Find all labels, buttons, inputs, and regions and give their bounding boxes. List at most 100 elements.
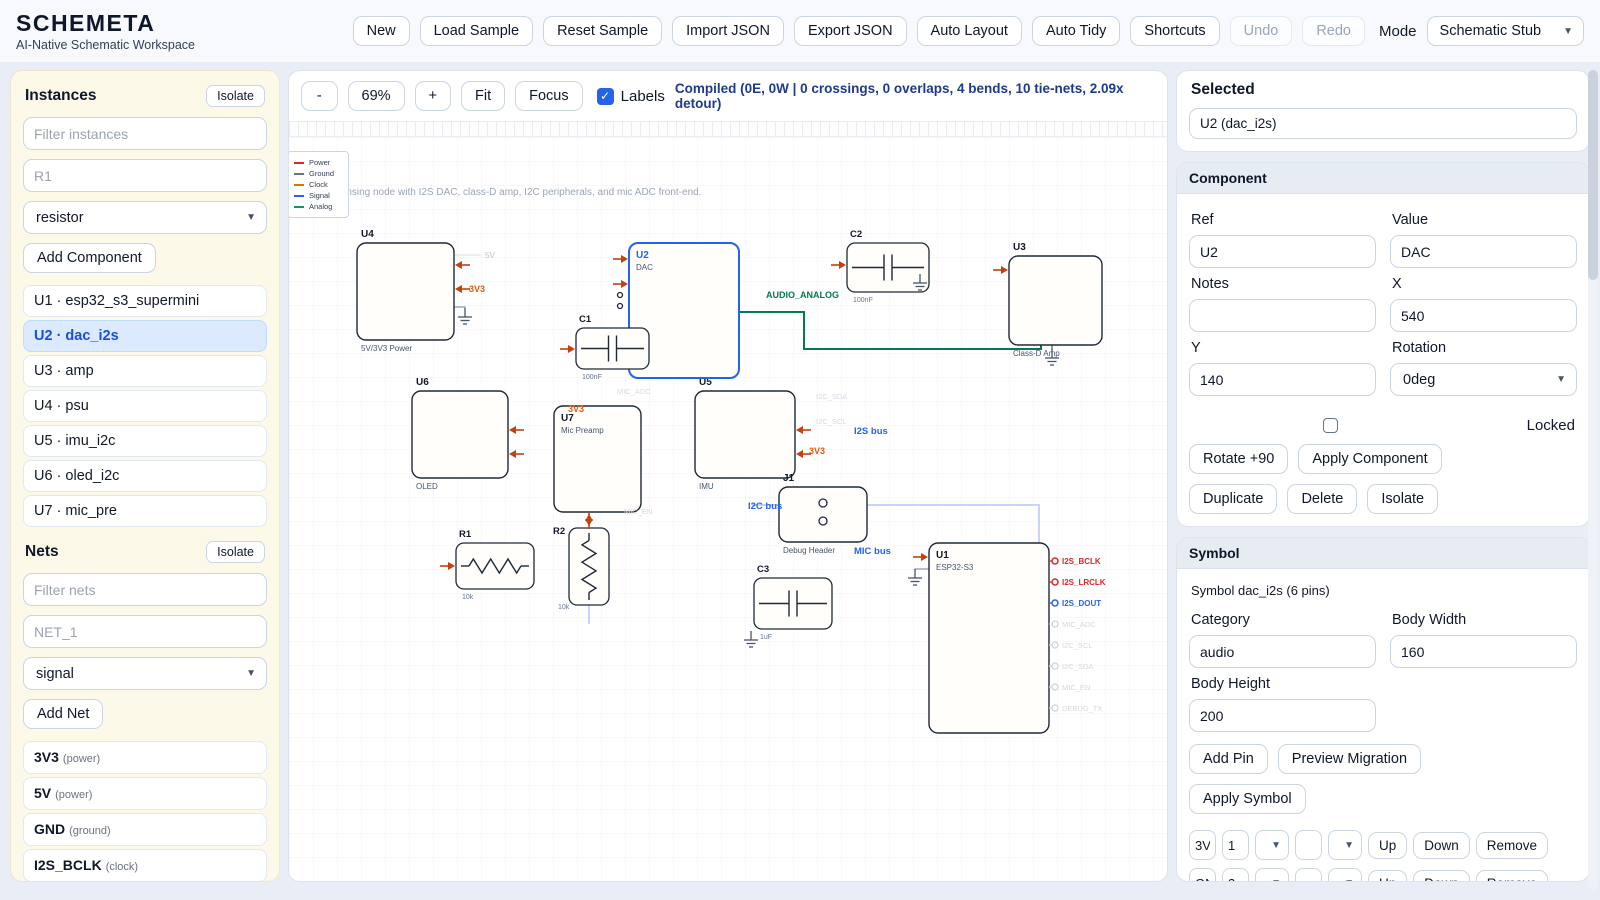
pin-number-input[interactable] (1222, 830, 1249, 860)
pin-offset-input[interactable] (1295, 830, 1322, 860)
pin-offset-input[interactable] (1295, 868, 1322, 882)
delete-button[interactable]: Delete (1287, 484, 1357, 514)
new-component-ref-input[interactable] (23, 159, 267, 192)
component-type-select[interactable]: resistor ▼ (23, 201, 267, 234)
duplicate-button[interactable]: Duplicate (1189, 484, 1277, 514)
focus-button[interactable]: Focus (515, 81, 583, 111)
pin-side-select[interactable]: ▼ (1255, 868, 1289, 882)
header-button-undo[interactable]: Undo (1230, 16, 1293, 46)
isolate-instances-button[interactable]: Isolate (206, 85, 265, 107)
pin-name-input[interactable] (1189, 868, 1216, 882)
x-input[interactable] (1390, 299, 1577, 332)
locked-checkbox[interactable] (1323, 418, 1338, 433)
instance-item[interactable]: U6 · oled_i2c (23, 460, 267, 492)
port-circle[interactable] (1052, 621, 1058, 627)
new-net-name-input[interactable] (23, 615, 267, 648)
value-input[interactable] (1390, 235, 1577, 268)
filter-instances-input[interactable] (23, 117, 267, 150)
header-button-import-json[interactable]: Import JSON (672, 16, 784, 46)
junction-circle[interactable] (819, 517, 827, 525)
zoom-out-button[interactable]: - (301, 81, 338, 111)
port-circle[interactable] (1052, 579, 1058, 585)
net-item[interactable]: 5V(power) (23, 777, 267, 810)
component-U4[interactable] (357, 243, 454, 340)
zoom-in-button[interactable]: + (415, 81, 452, 111)
port-circle[interactable] (1052, 600, 1058, 606)
header-button-export-json[interactable]: Export JSON (794, 16, 907, 46)
port-circle[interactable] (1052, 684, 1058, 690)
junction-circle[interactable] (618, 293, 623, 298)
net-item[interactable]: 3V3(power) (23, 741, 267, 774)
notes-input[interactable] (1189, 299, 1376, 332)
pin-name-input[interactable] (1189, 830, 1216, 860)
header-button-shortcuts[interactable]: Shortcuts (1130, 16, 1219, 46)
wire[interactable] (915, 569, 929, 570)
filter-nets-input[interactable] (23, 573, 267, 606)
scrollbar-thumb[interactable] (1588, 70, 1598, 280)
isolate-nets-button[interactable]: Isolate (206, 541, 265, 563)
component-J1[interactable] (779, 487, 867, 542)
body-height-input[interactable] (1189, 699, 1376, 732)
apply-component-button[interactable]: Apply Component (1298, 444, 1441, 474)
instance-item[interactable]: U3 · amp (23, 355, 267, 387)
component-U5[interactable] (695, 391, 795, 478)
header-button-auto-layout[interactable]: Auto Layout (917, 16, 1022, 46)
pin-up-button[interactable]: Up (1368, 870, 1407, 883)
isolate-component-button[interactable]: Isolate (1367, 484, 1438, 514)
net-name: I2S_BCLK (34, 857, 102, 873)
port-circle[interactable] (1052, 558, 1058, 564)
page-scrollbar[interactable] (1588, 70, 1598, 890)
component-U3[interactable] (1009, 256, 1102, 345)
schematic-viewport[interactable]: PowerGroundClockSignalAnalog rt audio + … (289, 137, 1167, 881)
y-input[interactable] (1189, 363, 1376, 396)
header-button-reset-sample[interactable]: Reset Sample (543, 16, 662, 46)
zoom-level-button[interactable]: 69% (348, 81, 405, 111)
port-circle[interactable] (1052, 663, 1058, 669)
schematic-svg[interactable]: U45V/3V3 PowerU6OLEDU7Mic PreampU5IMUU2D… (289, 137, 1166, 877)
junction-circle[interactable] (819, 499, 827, 507)
selected-value[interactable]: U2 (dac_i2s) (1189, 108, 1577, 139)
pin-down-button[interactable]: Down (1413, 832, 1470, 859)
pin-remove-button[interactable]: Remove (1476, 832, 1548, 859)
net-item[interactable]: I2S_BCLK(clock) (23, 849, 267, 882)
net-type-select[interactable]: signal ▼ (23, 657, 267, 690)
pin-type-select[interactable]: ▼ (1328, 868, 1362, 882)
rotate-button[interactable]: Rotate +90 (1189, 444, 1288, 474)
instance-item[interactable]: U7 · mic_pre (23, 495, 267, 527)
add-pin-button[interactable]: Add Pin (1189, 744, 1268, 774)
header-button-auto-tidy[interactable]: Auto Tidy (1032, 16, 1120, 46)
apply-symbol-button[interactable]: Apply Symbol (1189, 784, 1306, 814)
junction-circle[interactable] (618, 304, 623, 309)
add-component-button[interactable]: Add Component (23, 243, 156, 273)
instance-item[interactable]: U4 · psu (23, 390, 267, 422)
pin-number-input[interactable] (1222, 868, 1249, 882)
pin-arrow-icon (921, 553, 928, 561)
pin-remove-button[interactable]: Remove (1476, 870, 1548, 883)
labels-checkbox[interactable]: ✓ (597, 88, 614, 105)
wire[interactable] (454, 307, 465, 309)
header-button-load-sample[interactable]: Load Sample (420, 16, 533, 46)
fit-button[interactable]: Fit (461, 81, 505, 111)
component-U6[interactable] (412, 391, 508, 478)
pin-down-button[interactable]: Down (1413, 870, 1470, 883)
rotation-select[interactable]: 0deg ▼ (1390, 363, 1577, 396)
ref-input[interactable] (1189, 235, 1376, 268)
add-net-button[interactable]: Add Net (23, 699, 103, 729)
category-input[interactable] (1189, 635, 1376, 668)
instance-item[interactable]: U1 · esp32_s3_supermini (23, 285, 267, 317)
header-button-redo[interactable]: Redo (1302, 16, 1365, 46)
wire[interactable] (739, 312, 1041, 349)
instance-item[interactable]: U2 · dac_i2s (23, 320, 267, 352)
app-title: SCHEMETA (16, 10, 195, 37)
port-circle[interactable] (1052, 705, 1058, 711)
pin-up-button[interactable]: Up (1368, 832, 1407, 859)
preview-migration-button[interactable]: Preview Migration (1278, 744, 1421, 774)
net-item[interactable]: GND(ground) (23, 813, 267, 846)
mode-select[interactable]: Schematic Stub ▼ (1427, 16, 1584, 46)
body-width-input[interactable] (1390, 635, 1577, 668)
header-button-new[interactable]: New (353, 16, 410, 46)
port-circle[interactable] (1052, 642, 1058, 648)
pin-type-select[interactable]: ▼ (1328, 830, 1362, 860)
pin-side-select[interactable]: ▼ (1255, 830, 1289, 860)
instance-item[interactable]: U5 · imu_i2c (23, 425, 267, 457)
